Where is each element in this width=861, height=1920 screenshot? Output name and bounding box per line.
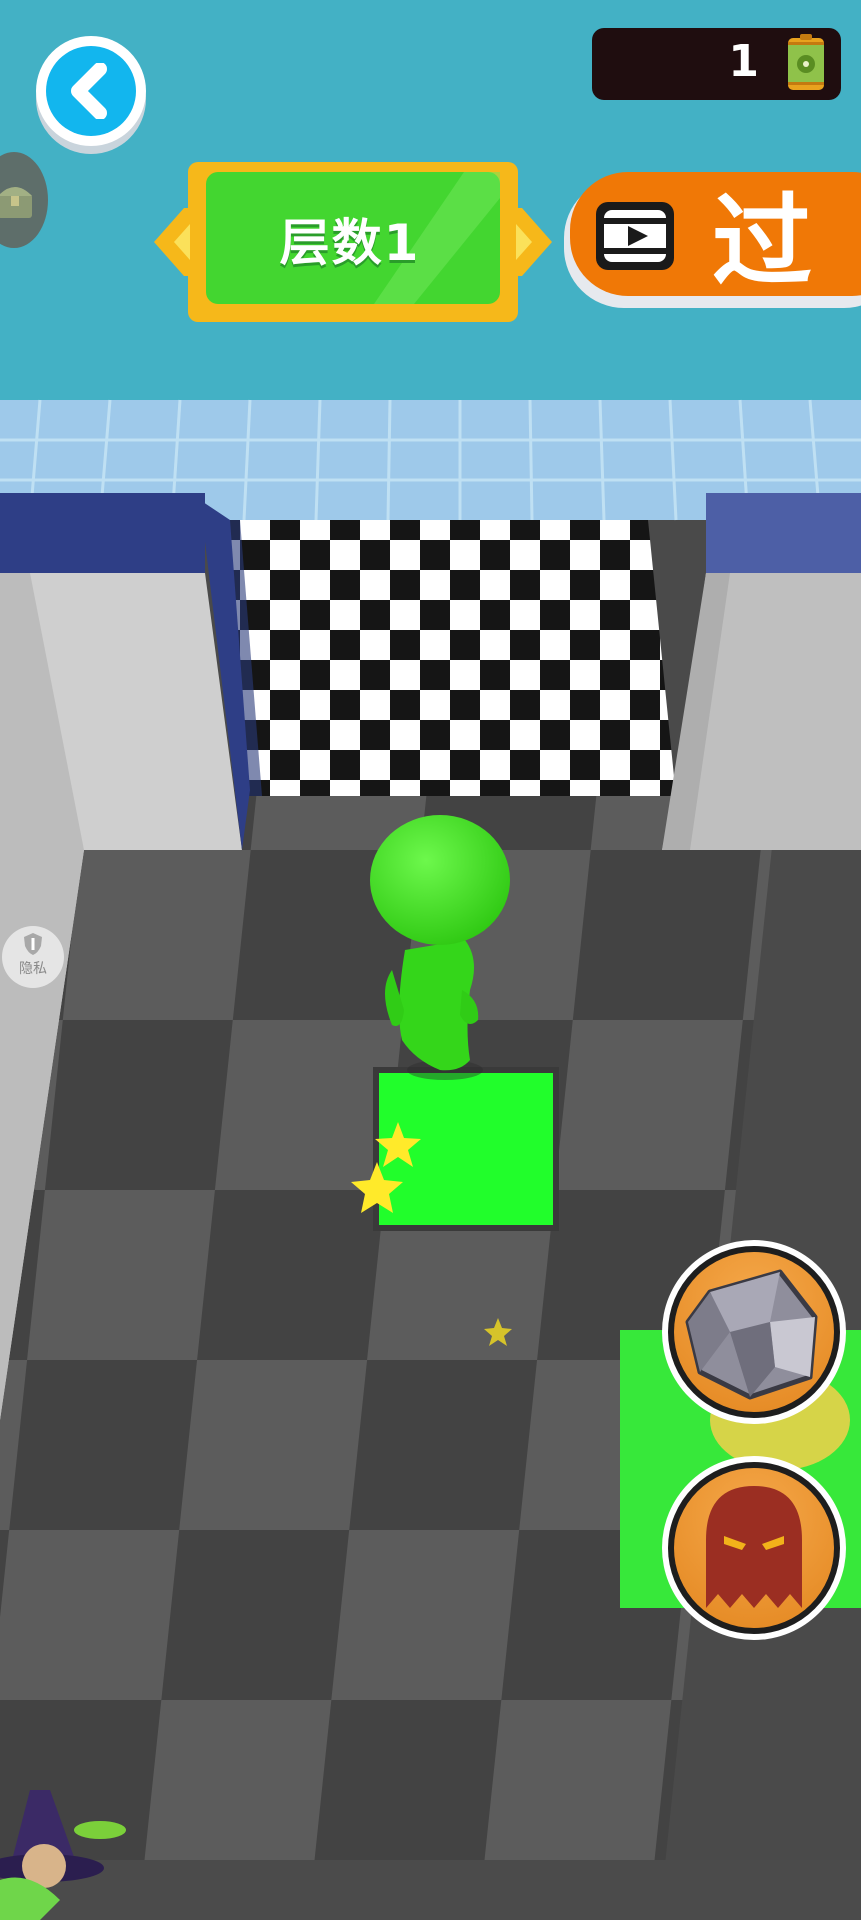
coin-counter: 1	[592, 28, 841, 100]
privacy-label: 隐私	[19, 961, 47, 977]
finish-line	[222, 520, 676, 796]
skip-label: 过	[712, 183, 812, 300]
ghost-ability-button[interactable]	[658, 1452, 850, 1644]
rock-ability-button[interactable]	[658, 1236, 850, 1428]
shield-icon	[24, 933, 42, 955]
right-wall	[662, 493, 861, 850]
treasure-chest-icon	[0, 187, 32, 218]
level-label: 层数1	[279, 214, 421, 272]
skip-level-button[interactable]: 过	[564, 172, 861, 308]
rock-icon	[685, 1269, 818, 1400]
privacy-button[interactable]: 隐私	[2, 926, 64, 988]
coin-count: 1	[728, 36, 759, 87]
back-button-face	[46, 46, 136, 136]
floor-base	[0, 1860, 861, 1920]
video-play-icon	[596, 202, 674, 270]
ghost-icon	[706, 1486, 802, 1608]
chevron-left-icon	[71, 63, 107, 119]
back-button[interactable]	[36, 36, 146, 146]
toxic-barrel-icon	[788, 34, 824, 90]
